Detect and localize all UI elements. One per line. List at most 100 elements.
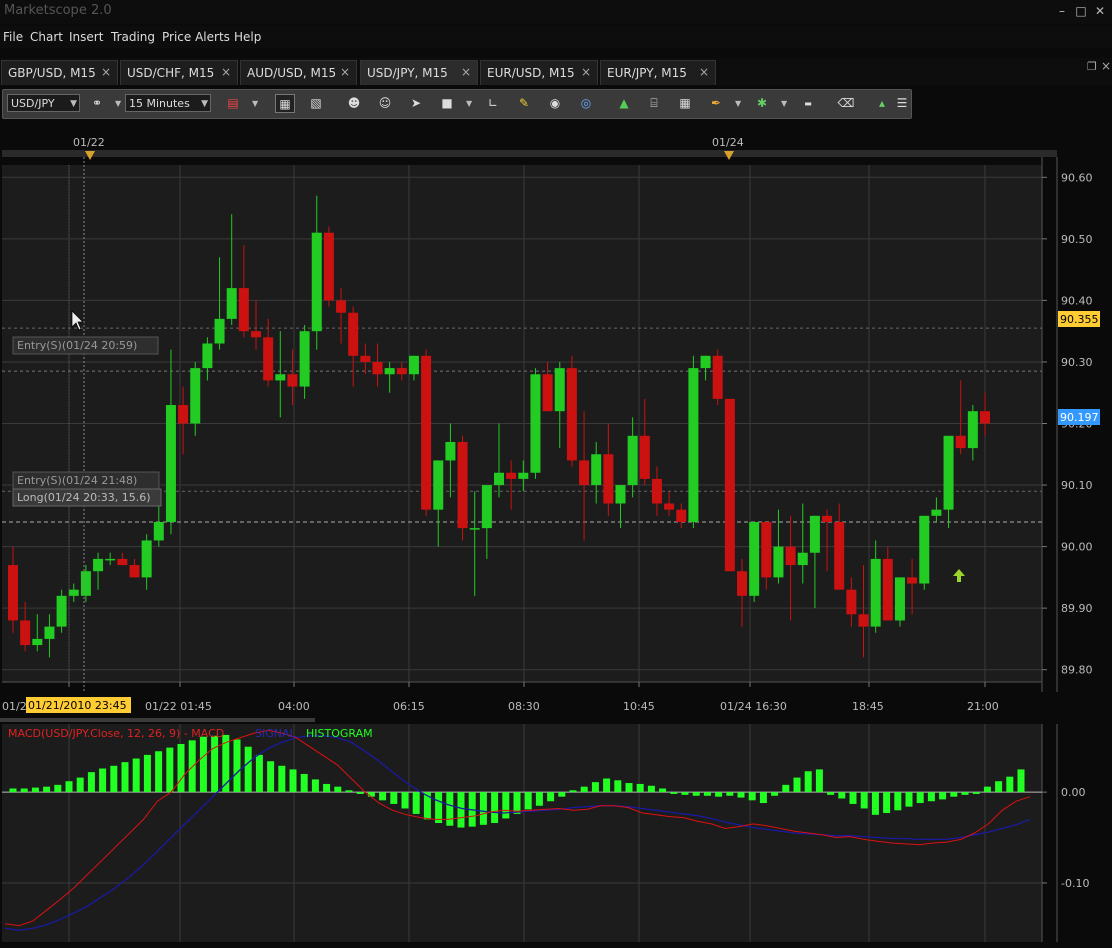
- menu-price-alerts[interactable]: Price Alerts: [162, 30, 230, 44]
- chevron-down-icon[interactable]: ▼: [466, 94, 474, 113]
- tab-close-icon[interactable]: ×: [581, 65, 591, 79]
- chevron-down-icon[interactable]: ▼: [781, 94, 789, 113]
- chart-icon[interactable]: ▲: [614, 94, 634, 113]
- long-position-text: Long(01/24 20:33, 15.6): [17, 491, 151, 504]
- histogram-bar: [759, 792, 767, 804]
- maximize-button[interactable]: □: [1073, 3, 1089, 19]
- macd-indicator-chart[interactable]: 0.00 -0.10 MACD(USD/JPY.Close, 12, 26, 9)…: [0, 718, 1112, 948]
- stop-icon[interactable]: ■: [437, 94, 457, 113]
- candle-view-icon[interactable]: ▦: [275, 94, 295, 113]
- histogram-bar: [916, 792, 924, 804]
- menu-trading[interactable]: Trading: [111, 30, 155, 44]
- tab-aud-usd[interactable]: AUD/USD, M15 ×: [240, 60, 357, 85]
- histogram-bar: [367, 792, 375, 797]
- candle-body: [396, 368, 407, 375]
- histogram-bar: [401, 792, 409, 809]
- entry-order-label[interactable]: Entry(S)(01/24 21:48): [12, 471, 160, 490]
- text-icon[interactable]: ⌸: [644, 94, 664, 113]
- candle: [688, 355, 699, 529]
- candle-body: [494, 472, 504, 486]
- tab-close-icon[interactable]: ×: [699, 65, 709, 79]
- candle-body: [44, 626, 55, 639]
- candle-body: [287, 374, 298, 387]
- eraser-icon[interactable]: ⌫: [836, 94, 856, 113]
- y-tick-label: 90.60: [1061, 171, 1093, 184]
- menu-file[interactable]: File: [3, 30, 23, 44]
- tab-eur-jpy[interactable]: EUR/JPY, M15 ×: [600, 60, 716, 85]
- legend-signal: SIGNAL: [255, 727, 297, 740]
- pencil-icon[interactable]: ✒: [706, 94, 726, 113]
- tab-close-icon[interactable]: ×: [340, 65, 350, 79]
- note-icon[interactable]: ✎: [514, 94, 534, 113]
- bar-style-icon[interactable]: ▤: [223, 94, 243, 113]
- tab-gbp-usd[interactable]: GBP/USD, M15 ×: [1, 60, 118, 85]
- x-tick-label: 08:30: [508, 700, 540, 713]
- x-tick-label: 04:00: [278, 700, 310, 713]
- candle-body: [20, 620, 31, 646]
- histogram-bar: [390, 792, 398, 804]
- close-button[interactable]: ✕: [1092, 3, 1108, 19]
- timeframe-select-value: 15 Minutes: [129, 97, 190, 110]
- chevron-down-icon[interactable]: ▼: [735, 94, 743, 113]
- candle-body: [32, 638, 43, 646]
- candle-body: [773, 546, 784, 578]
- histogram-bar: [177, 743, 185, 793]
- candle-body: [980, 411, 990, 424]
- symbol-select[interactable]: USD/JPY ▼: [7, 94, 80, 112]
- candle-body: [931, 509, 942, 516]
- menu-chart[interactable]: Chart: [30, 30, 63, 44]
- histogram-bar: [771, 792, 779, 796]
- candle-body: [433, 460, 444, 510]
- timeframe-select[interactable]: 15 Minutes ▼: [125, 94, 211, 112]
- minimize-button[interactable]: –: [1054, 3, 1070, 19]
- restore-chart-icon[interactable]: ❐: [1087, 60, 1097, 73]
- menu-help[interactable]: Help: [234, 30, 261, 44]
- label-icon[interactable]: ▬: [798, 94, 818, 113]
- marker-price: 90.355: [1060, 313, 1099, 326]
- menu-icon[interactable]: ☰: [896, 94, 908, 113]
- trader-down-icon[interactable]: ☺: [375, 94, 395, 113]
- title-bar: Marketscope 2.0 – □ ✕: [0, 0, 1112, 24]
- eye-icon[interactable]: ◉: [545, 94, 565, 113]
- pointer-icon[interactable]: ➤: [406, 94, 426, 113]
- link-icon[interactable]: ⚭: [87, 94, 107, 113]
- tab-usd-jpy[interactable]: USD/JPY, M15 ×: [360, 60, 478, 85]
- chevron-down-icon[interactable]: ▼: [115, 94, 123, 113]
- tab-usd-chf[interactable]: USD/CHF, M15 ×: [120, 60, 238, 85]
- candle-body: [797, 552, 808, 566]
- chart-close-icon[interactable]: ×: [1101, 59, 1111, 73]
- signal-icon[interactable]: ✱: [752, 94, 772, 113]
- pane-splitter[interactable]: [0, 718, 315, 722]
- tab-eur-usd[interactable]: EUR/USD, M15 ×: [480, 60, 598, 85]
- menu-insert[interactable]: Insert: [69, 30, 103, 44]
- candle-body: [299, 331, 310, 387]
- histogram-bar: [715, 792, 723, 797]
- globe-icon[interactable]: ◎: [576, 94, 596, 113]
- chevron-down-icon[interactable]: ▼: [252, 94, 260, 113]
- tree-icon[interactable]: ▴: [872, 94, 892, 113]
- tab-close-icon[interactable]: ×: [461, 65, 471, 79]
- histogram-bar: [569, 790, 577, 793]
- tab-close-icon[interactable]: ×: [101, 65, 111, 79]
- candle-body: [615, 485, 626, 504]
- histogram-bar: [244, 746, 252, 793]
- entry-order-label[interactable]: Entry(S)(01/24 20:59): [12, 336, 159, 355]
- long-position-label[interactable]: Long(01/24 20:33, 15.6): [12, 488, 162, 507]
- tab-close-icon[interactable]: ×: [221, 65, 231, 79]
- candle-body: [651, 478, 662, 504]
- cursor-icon[interactable]: ∟: [483, 94, 503, 113]
- macd-title: MACD(USD/JPY.Close, 12, 26, 9) - MACD: [8, 727, 224, 740]
- histogram-bar: [535, 792, 543, 806]
- candle-body: [336, 300, 347, 313]
- window-title: Marketscope 2.0: [4, 3, 112, 18]
- trader-icon[interactable]: ☻: [344, 94, 364, 113]
- grid-icon[interactable]: ▦: [675, 94, 695, 113]
- histogram-bar: [211, 735, 219, 793]
- histogram-bar: [558, 792, 566, 797]
- histogram-bar: [849, 792, 857, 804]
- price-chart[interactable]: 01/22 01/24 90.6090.5090.4090.3090.2090.…: [0, 130, 1112, 718]
- x-tick-label: 18:45: [852, 700, 884, 713]
- list-view-icon[interactable]: ▧: [306, 94, 326, 113]
- histogram-bar: [76, 777, 84, 793]
- histogram-bar: [995, 781, 1003, 793]
